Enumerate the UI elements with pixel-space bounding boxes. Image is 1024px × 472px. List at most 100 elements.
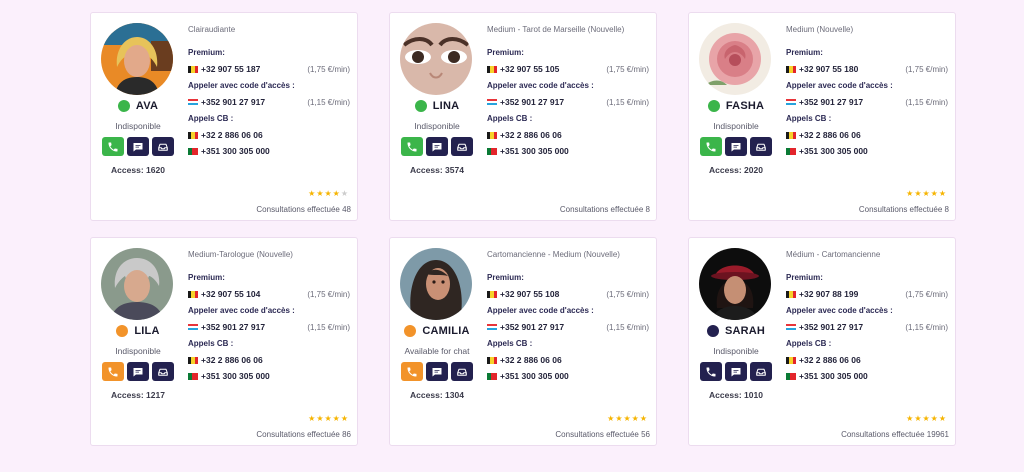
cb-pt-number[interactable]: +351 300 305 000 bbox=[201, 371, 270, 381]
call-button[interactable] bbox=[102, 137, 124, 156]
code-phone-line[interactable]: +352 901 27 917 (1,15 €/min) bbox=[487, 97, 649, 107]
premium-number[interactable]: +32 907 55 180 bbox=[799, 64, 858, 74]
premium-number[interactable]: +32 907 88 199 bbox=[799, 289, 858, 299]
availability-dot bbox=[117, 100, 130, 112]
cb-label: Appels CB : bbox=[487, 339, 533, 348]
premium-phone-line[interactable]: +32 907 55 105 (1,75 €/min) bbox=[487, 64, 649, 74]
consultations-count: Consultations effectuée 8 bbox=[858, 205, 949, 214]
code-rate: (1,15 €/min) bbox=[307, 97, 350, 107]
cb-pt-line[interactable]: +351 300 305 000 bbox=[487, 146, 649, 156]
email-button[interactable] bbox=[451, 137, 473, 156]
inbox-icon bbox=[158, 368, 168, 376]
cb-pt-number[interactable]: +351 300 305 000 bbox=[799, 371, 868, 381]
code-rate: (1,15 €/min) bbox=[905, 322, 948, 332]
premium-phone-line[interactable]: +32 907 55 104 (1,75 €/min) bbox=[188, 289, 350, 299]
chat-button[interactable] bbox=[725, 362, 747, 381]
premium-number[interactable]: +32 907 55 187 bbox=[201, 64, 260, 74]
avatar[interactable] bbox=[699, 248, 771, 320]
email-button[interactable] bbox=[750, 362, 772, 381]
cb-pt-line[interactable]: +351 300 305 000 bbox=[188, 146, 350, 156]
cb-pt-line[interactable]: +351 300 305 000 bbox=[487, 371, 649, 381]
cb-be-number[interactable]: +32 2 886 06 06 bbox=[201, 130, 263, 140]
cb-pt-number[interactable]: +351 300 305 000 bbox=[799, 146, 868, 156]
phone-icon bbox=[706, 367, 716, 376]
avatar[interactable] bbox=[101, 248, 173, 320]
code-number[interactable]: +352 901 27 917 bbox=[500, 322, 564, 332]
cb-pt-number[interactable]: +351 300 305 000 bbox=[500, 371, 569, 381]
cb-be-number[interactable]: +32 2 886 06 06 bbox=[799, 130, 861, 140]
cb-pt-number[interactable]: +351 300 305 000 bbox=[201, 146, 270, 156]
belgium-flag-icon bbox=[487, 65, 497, 73]
email-button[interactable] bbox=[451, 362, 473, 381]
cb-be-line[interactable]: +32 2 886 06 06 bbox=[487, 130, 649, 140]
belgium-flag-icon bbox=[786, 356, 796, 364]
premium-number[interactable]: +32 907 55 108 bbox=[500, 289, 559, 299]
code-phone-line[interactable]: +352 901 27 917 (1,15 €/min) bbox=[487, 322, 649, 332]
email-button[interactable] bbox=[152, 137, 174, 156]
code-phone-line[interactable]: +352 901 27 917 (1,15 €/min) bbox=[188, 97, 350, 107]
psychic-name[interactable]: LILA bbox=[134, 325, 159, 337]
code-phone-line[interactable]: +352 901 27 917 (1,15 €/min) bbox=[786, 97, 948, 107]
code-number[interactable]: +352 901 27 917 bbox=[500, 97, 564, 107]
code-access-label: Appeler avec code d'accès : bbox=[786, 306, 893, 315]
chat-button[interactable] bbox=[725, 137, 747, 156]
cb-pt-line[interactable]: +351 300 305 000 bbox=[786, 371, 948, 381]
call-button[interactable] bbox=[401, 362, 423, 381]
premium-number[interactable]: +32 907 55 104 bbox=[201, 289, 260, 299]
cb-be-line[interactable]: +32 2 886 06 06 bbox=[786, 355, 948, 365]
psychic-name[interactable]: LINA bbox=[433, 100, 459, 112]
call-button[interactable] bbox=[102, 362, 124, 381]
chat-button[interactable] bbox=[127, 362, 149, 381]
avatar[interactable] bbox=[101, 23, 173, 95]
premium-phone-line[interactable]: +32 907 55 180 (1,75 €/min) bbox=[786, 64, 948, 74]
cb-be-number[interactable]: +32 2 886 06 06 bbox=[799, 355, 861, 365]
call-button[interactable] bbox=[700, 362, 722, 381]
premium-phone-line[interactable]: +32 907 55 108 (1,75 €/min) bbox=[487, 289, 649, 299]
chat-icon bbox=[731, 367, 741, 376]
chat-button[interactable] bbox=[127, 137, 149, 156]
woman-red-hat-portrait-image bbox=[699, 248, 771, 320]
avatar[interactable] bbox=[699, 23, 771, 95]
code-number[interactable]: +352 901 27 917 bbox=[201, 97, 265, 107]
chat-button[interactable] bbox=[426, 137, 448, 156]
call-button[interactable] bbox=[401, 137, 423, 156]
premium-phone-line[interactable]: +32 907 88 199 (1,75 €/min) bbox=[786, 289, 948, 299]
cb-be-line[interactable]: +32 2 886 06 06 bbox=[188, 355, 350, 365]
avatar[interactable] bbox=[400, 248, 472, 320]
premium-number[interactable]: +32 907 55 105 bbox=[500, 64, 559, 74]
code-number[interactable]: +352 901 27 917 bbox=[799, 97, 863, 107]
portugal-flag-icon bbox=[786, 147, 796, 155]
code-number[interactable]: +352 901 27 917 bbox=[201, 322, 265, 332]
rating-stars: ★★★★★ bbox=[906, 189, 947, 198]
code-access-label: Appeler avec code d'accès : bbox=[487, 306, 594, 315]
psychic-card: FASHA Indisponible Access: 2020 Medium (… bbox=[688, 12, 956, 221]
cb-be-number[interactable]: +32 2 886 06 06 bbox=[201, 355, 263, 365]
cb-pt-line[interactable]: +351 300 305 000 bbox=[188, 371, 350, 381]
premium-phone-line[interactable]: +32 907 55 187 (1,75 €/min) bbox=[188, 64, 350, 74]
email-button[interactable] bbox=[750, 137, 772, 156]
psychic-name[interactable]: FASHA bbox=[726, 100, 764, 112]
star-icon: ★ bbox=[340, 414, 349, 423]
psychic-name[interactable]: AVA bbox=[136, 100, 158, 112]
chat-icon bbox=[133, 142, 143, 151]
cb-pt-number[interactable]: +351 300 305 000 bbox=[500, 146, 569, 156]
avatar[interactable] bbox=[400, 23, 472, 95]
email-button[interactable] bbox=[152, 362, 174, 381]
consultations-count: Consultations effectuée 19961 bbox=[841, 430, 949, 439]
cb-be-number[interactable]: +32 2 886 06 06 bbox=[500, 130, 562, 140]
code-phone-line[interactable]: +352 901 27 917 (1,15 €/min) bbox=[188, 322, 350, 332]
access-code: Access: 3574 bbox=[410, 165, 464, 175]
call-button[interactable] bbox=[700, 137, 722, 156]
code-phone-line[interactable]: +352 901 27 917 (1,15 €/min) bbox=[786, 322, 948, 332]
psychic-name[interactable]: CAMILIA bbox=[422, 325, 469, 337]
luxembourg-flag-icon bbox=[188, 98, 198, 106]
chat-button[interactable] bbox=[426, 362, 448, 381]
cb-be-line[interactable]: +32 2 886 06 06 bbox=[487, 355, 649, 365]
cb-be-number[interactable]: +32 2 886 06 06 bbox=[500, 355, 562, 365]
psychic-name[interactable]: SARAH bbox=[725, 325, 765, 337]
cb-pt-line[interactable]: +351 300 305 000 bbox=[786, 146, 948, 156]
status-text: Indisponible bbox=[713, 346, 759, 356]
cb-be-line[interactable]: +32 2 886 06 06 bbox=[188, 130, 350, 140]
code-number[interactable]: +352 901 27 917 bbox=[799, 322, 863, 332]
cb-be-line[interactable]: +32 2 886 06 06 bbox=[786, 130, 948, 140]
